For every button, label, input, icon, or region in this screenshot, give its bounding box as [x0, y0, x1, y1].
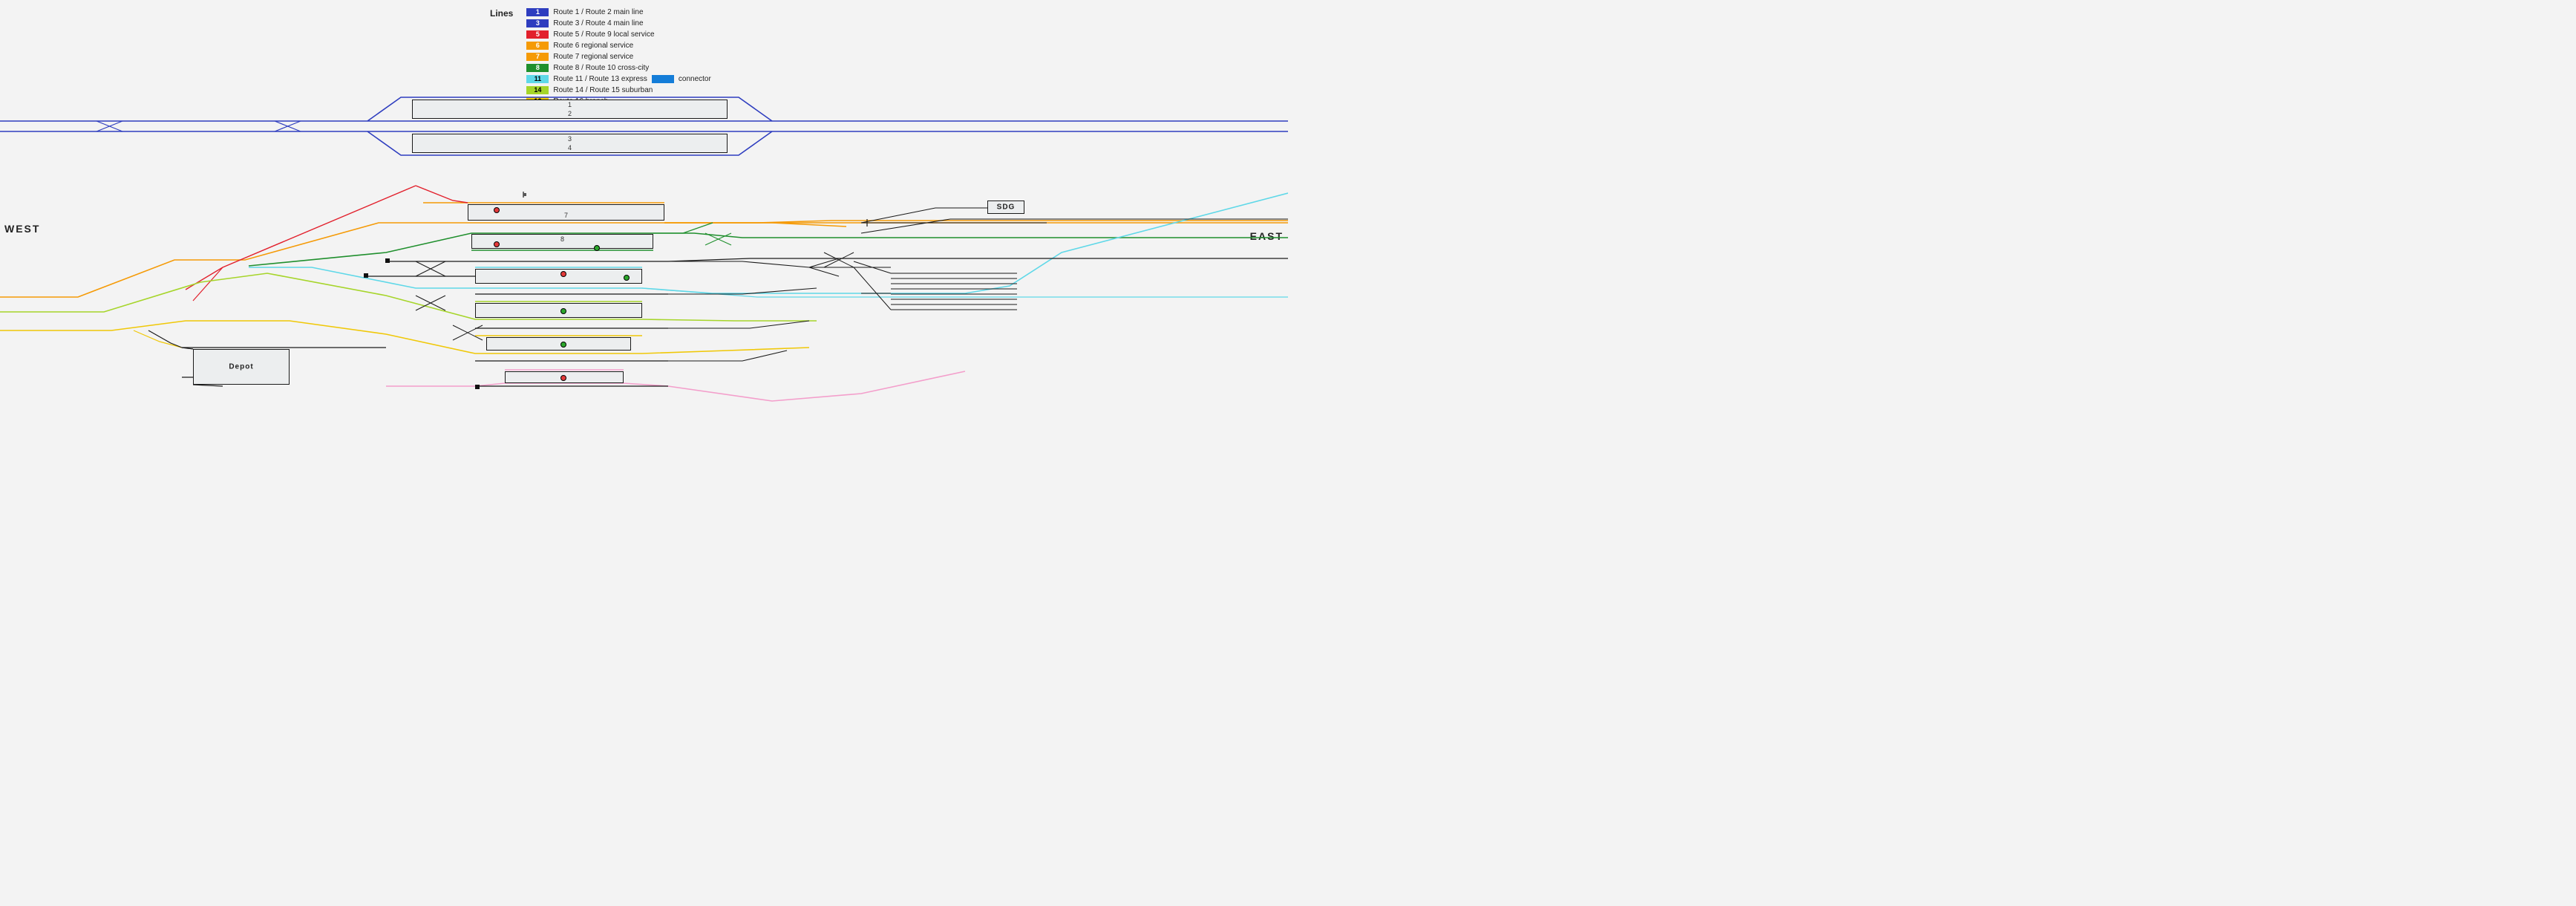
- signal-icon: [560, 271, 566, 277]
- track-line: [193, 267, 223, 301]
- track-line: [861, 219, 1047, 233]
- track-line: [193, 385, 223, 386]
- track-line: [186, 186, 416, 290]
- platform-number-7: 7: [564, 212, 568, 219]
- signal-icon: [624, 275, 630, 281]
- buffer-stop-icon: [364, 273, 368, 278]
- depot-label: Depot: [229, 363, 253, 371]
- platform-number-4: 4: [568, 144, 572, 151]
- siding-box-label: SDG: [997, 203, 1016, 212]
- depot-building: Depot: [193, 349, 290, 385]
- track-line: [249, 193, 1288, 293]
- track-diagram-canvas: Lines 1Route 1 / Route 2 main line3Route…: [0, 0, 1288, 453]
- track-line: [668, 321, 809, 328]
- track-line: [854, 267, 891, 310]
- track-line: [809, 267, 839, 276]
- dot-marker: [523, 193, 526, 196]
- signal-icon: [560, 342, 566, 348]
- signal-icon: [494, 207, 500, 213]
- platform-number-2: 2: [568, 110, 572, 117]
- platform-island-e: [486, 337, 631, 351]
- track-line: [809, 258, 839, 267]
- siding-box: SDG: [987, 201, 1024, 214]
- signal-icon: [560, 308, 566, 314]
- platform-number-3: 3: [568, 135, 572, 143]
- platform-island-3-4: 3 4: [412, 134, 728, 153]
- platform-island-d: [475, 303, 642, 318]
- track-line: [475, 258, 1288, 261]
- track-line: [0, 321, 809, 353]
- platform-number-8: 8: [560, 235, 564, 243]
- platform-island-8: 8: [471, 234, 653, 249]
- track-line: [416, 186, 468, 203]
- platform-island-c: [475, 269, 642, 284]
- track-line: [653, 223, 713, 233]
- signal-icon: [594, 245, 600, 251]
- signal-icon: [494, 241, 500, 247]
- buffer-stop-icon: [475, 385, 480, 389]
- buffer-stop-icon: [385, 258, 390, 263]
- track-line: [386, 371, 965, 401]
- track-svg: [0, 0, 1288, 453]
- platform-number-1: 1: [568, 101, 572, 108]
- track-line: [642, 288, 1288, 297]
- signal-icon: [560, 375, 566, 381]
- platform-island-1-2: 1 2: [412, 100, 728, 119]
